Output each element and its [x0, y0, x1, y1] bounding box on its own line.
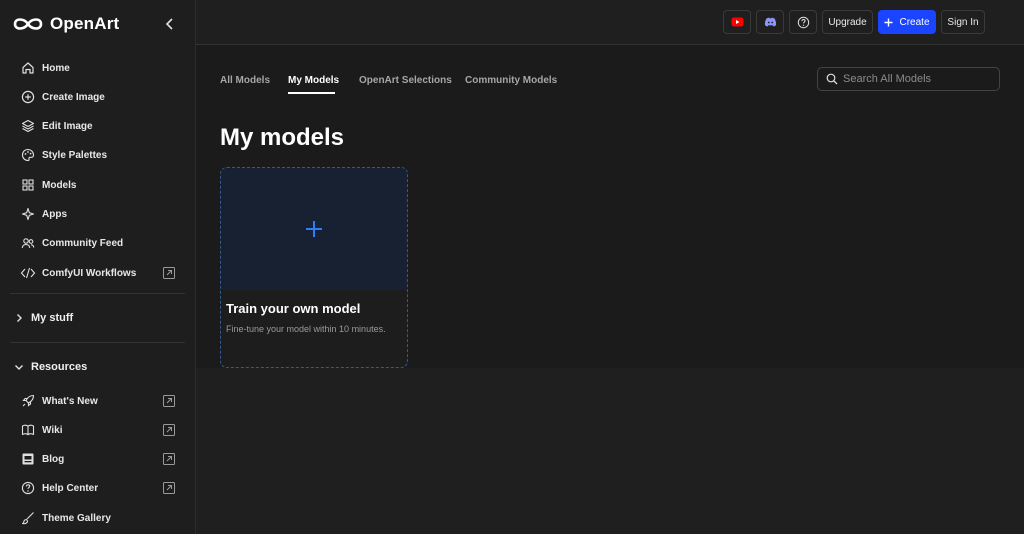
card-title: Train your own model — [226, 301, 361, 316]
help-button[interactable] — [789, 10, 817, 34]
sidebar-item-label: Models — [42, 179, 77, 191]
sidebar-item-label: Home — [42, 62, 70, 74]
plus-icon — [306, 221, 322, 237]
openart-logo[interactable]: OpenArt — [12, 14, 119, 34]
sidebar-item-label: Apps — [42, 208, 67, 220]
openart-logo-icon — [13, 18, 43, 30]
tab-label: My Models — [288, 74, 340, 86]
sign-in-label: Sign In — [947, 16, 979, 28]
chevron-right-icon — [17, 314, 22, 322]
sidebar-item-home[interactable]: Home — [12, 55, 184, 81]
plus-circle-icon — [12, 84, 42, 110]
code-icon — [12, 260, 42, 286]
blog-icon — [12, 446, 42, 472]
sidebar-item-comfyui-workflows[interactable]: ComfyUI Workflows — [12, 260, 184, 286]
sidebar-item-style-palettes[interactable]: Style Palettes — [12, 142, 184, 168]
youtube-button[interactable] — [723, 10, 751, 34]
home-icon — [12, 55, 42, 81]
sidebar-item-label: Help Center — [42, 482, 99, 494]
tab-openart-selections[interactable]: OpenArt Selections — [359, 66, 452, 94]
sidebar-item-label: Community Feed — [42, 237, 124, 249]
book-icon — [12, 417, 42, 443]
palette-icon — [12, 142, 42, 168]
upgrade-label: Upgrade — [828, 16, 867, 28]
card-subtitle: Fine-tune your model within 10 minutes. — [226, 324, 386, 334]
grid-icon — [12, 172, 42, 198]
external-link-icon — [163, 453, 175, 465]
resources-label: Resources — [31, 361, 88, 373]
sidebar-item-label: What's New — [42, 395, 98, 407]
sidebar-item-label: Edit Image — [42, 120, 93, 132]
page-title: My models — [220, 124, 345, 151]
sidebar-item-label: Style Palettes — [42, 149, 108, 161]
sparkle-icon — [12, 201, 42, 227]
sidebar-item-wiki[interactable]: Wiki — [12, 417, 184, 443]
upgrade-button[interactable]: Upgrade — [822, 10, 873, 34]
question-circle-icon — [797, 16, 809, 28]
create-label: Create — [899, 16, 930, 28]
external-link-icon — [163, 424, 175, 436]
my-stuff-label: My stuff — [31, 312, 74, 324]
sidebar-item-whats-new[interactable]: What's New — [12, 388, 184, 414]
card-thumbnail — [221, 168, 407, 290]
search-input[interactable] — [843, 73, 993, 85]
sidebar-item-community-feed[interactable]: Community Feed — [12, 230, 184, 256]
external-link-icon — [163, 482, 175, 494]
train-model-card[interactable]: Train your own model Fine-tune your mode… — [220, 167, 408, 368]
sidebar-item-label: Theme Gallery — [42, 512, 111, 524]
users-icon — [12, 230, 42, 256]
sidebar-item-label: Create Image — [42, 91, 105, 103]
active-tab-indicator — [288, 92, 335, 94]
sign-in-button[interactable]: Sign In — [941, 10, 985, 34]
plus-icon — [884, 18, 893, 26]
chevron-left-icon — [165, 18, 173, 30]
help-icon — [12, 475, 42, 501]
sidebar-item-theme-gallery[interactable]: Theme Gallery — [12, 505, 184, 531]
sidebar-item-models[interactable]: Models — [12, 172, 184, 198]
rocket-icon — [12, 388, 42, 414]
brand-name: OpenArt — [50, 14, 120, 33]
my-stuff-toggle[interactable]: My stuff — [14, 306, 73, 330]
search-icon — [826, 73, 838, 85]
create-button[interactable]: Create — [878, 10, 936, 34]
tab-all-models[interactable]: All Models — [220, 66, 270, 94]
sidebar-item-create-image[interactable]: Create Image — [12, 84, 184, 110]
layers-icon — [12, 113, 42, 139]
tab-label: OpenArt Selections — [359, 74, 452, 86]
tab-label: All Models — [220, 74, 271, 86]
sidebar-item-blog[interactable]: Blog — [12, 446, 184, 472]
sidebar-item-help-center[interactable]: Help Center — [12, 475, 184, 501]
brush-icon — [12, 505, 42, 531]
sidebar-item-apps[interactable]: Apps — [12, 201, 184, 227]
discord-button[interactable] — [756, 10, 784, 34]
youtube-icon — [731, 17, 743, 27]
resources-toggle[interactable]: Resources — [14, 355, 87, 379]
sidebar-divider — [10, 293, 185, 294]
external-link-icon — [163, 267, 175, 279]
sidebar-item-label: Wiki — [42, 424, 63, 436]
collapse-sidebar-button[interactable] — [160, 14, 180, 34]
sidebar: OpenArt Home Create Image Edit Image Sty… — [0, 0, 196, 534]
sidebar-item-label: Blog — [42, 453, 65, 465]
tab-label: Community Models — [465, 74, 558, 86]
sidebar-item-label: ComfyUI Workflows — [42, 267, 137, 279]
sidebar-item-edit-image[interactable]: Edit Image — [12, 113, 184, 139]
chevron-down-icon — [15, 365, 23, 370]
search-box[interactable] — [817, 67, 1000, 91]
external-link-icon — [163, 395, 175, 407]
tab-my-models[interactable]: My Models — [288, 66, 339, 94]
sidebar-divider — [10, 342, 185, 343]
tab-community-models[interactable]: Community Models — [465, 66, 557, 94]
discord-icon — [764, 17, 776, 27]
